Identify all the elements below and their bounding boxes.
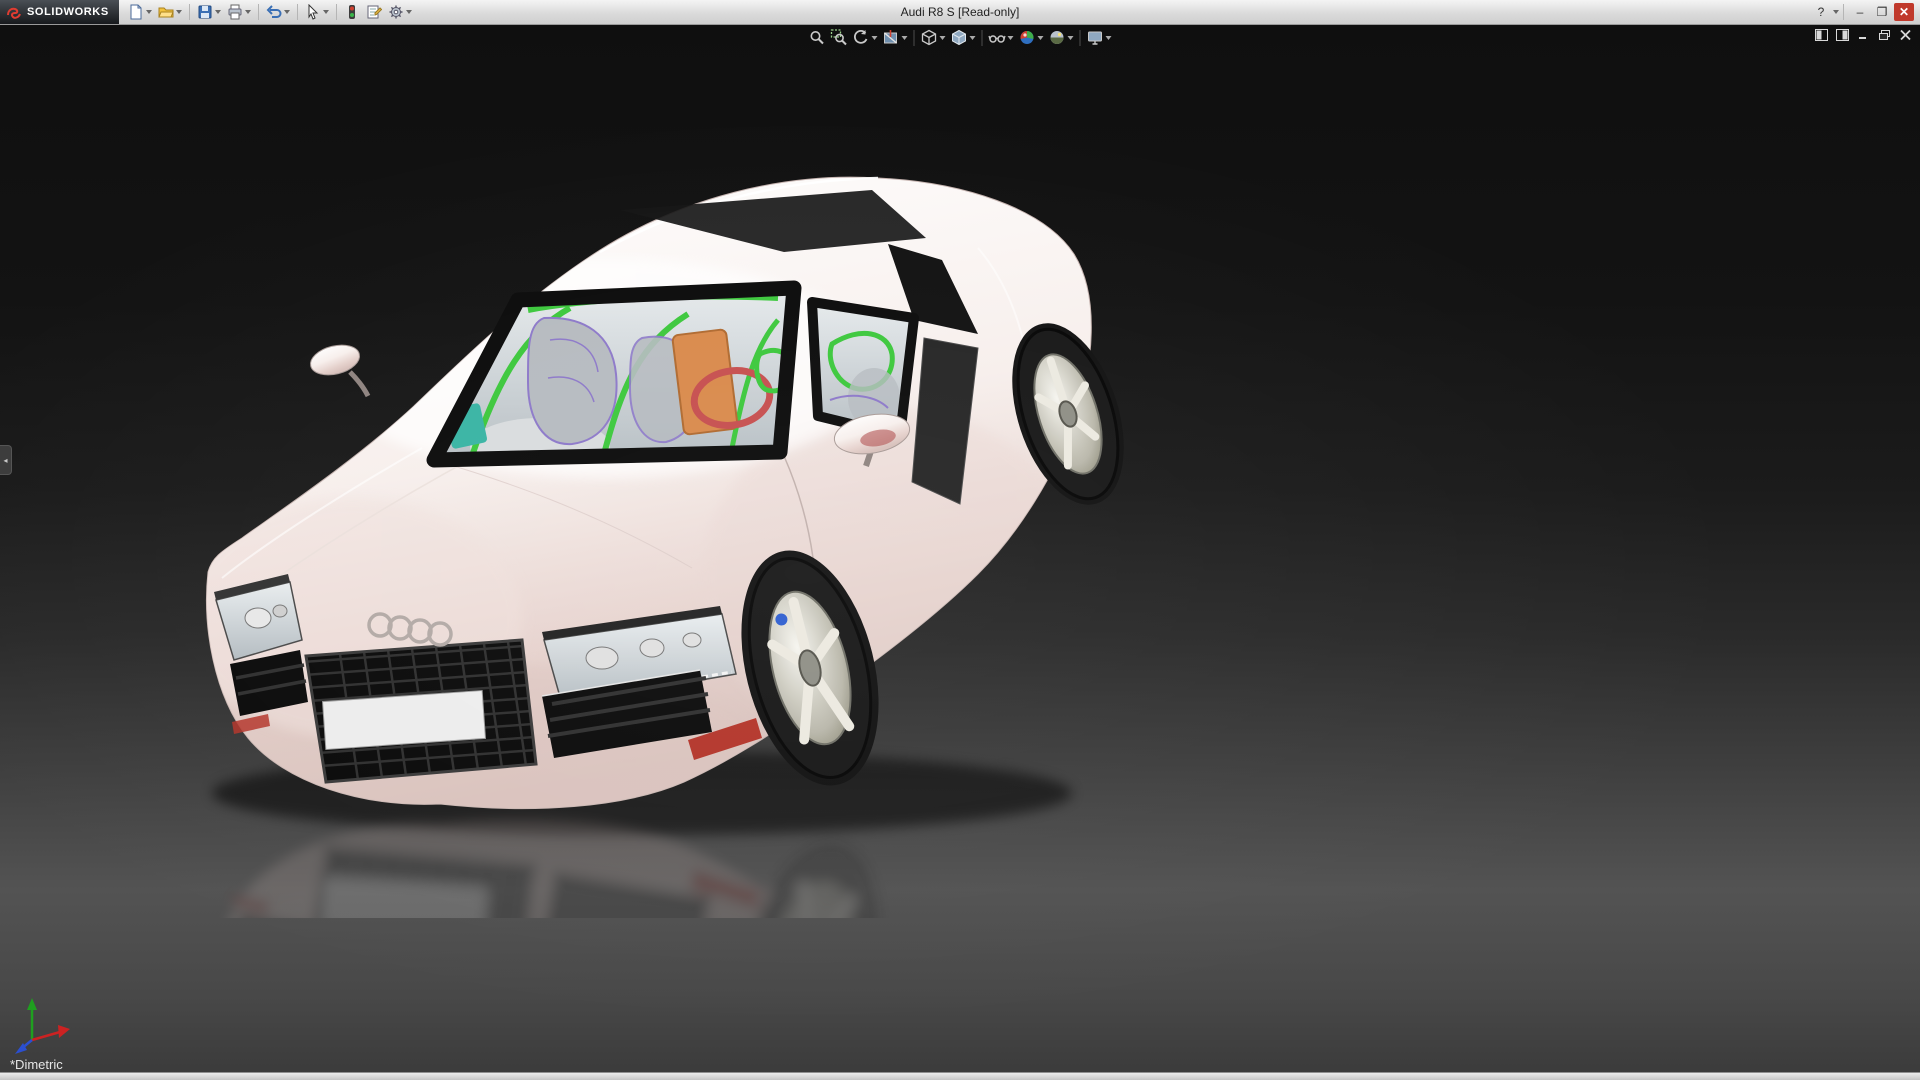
doc-minimize-icon[interactable]: [1854, 27, 1872, 43]
title-bar: SOLIDWORKS Audi R8 S [Read-only] ? – ❐ ✕: [0, 0, 1920, 25]
open-button[interactable]: [156, 2, 184, 22]
hud-separator: [1079, 29, 1081, 46]
section-view-button[interactable]: [881, 27, 910, 48]
new-document-icon: [130, 4, 142, 20]
car-geometry: [206, 176, 1124, 810]
toolbar-separator: [188, 4, 190, 20]
minimize-button[interactable]: –: [1850, 3, 1870, 21]
close-button[interactable]: ✕: [1894, 3, 1914, 21]
help-button[interactable]: ?: [1811, 3, 1831, 21]
orientation-triad: [15, 998, 70, 1054]
zoom-to-area-icon: [830, 29, 847, 46]
feature-manager-collapsed-tab[interactable]: ◂: [0, 445, 12, 475]
doc-close-icon[interactable]: [1896, 27, 1914, 43]
save-button[interactable]: [195, 2, 223, 22]
print-icon: [228, 4, 242, 20]
tile-left-icon[interactable]: [1812, 27, 1830, 43]
status-bar: [0, 1072, 1920, 1080]
options-button[interactable]: [386, 2, 414, 22]
section-view-icon: [884, 30, 897, 44]
zoom-to-fit-icon: [810, 31, 824, 45]
edit-appearance-ball-icon: [1020, 31, 1034, 44]
hide-show-caret[interactable]: [1007, 35, 1014, 40]
heads-up-view-toolbar: [807, 27, 1114, 48]
hide-show-glasses-icon: [988, 35, 1006, 43]
options-dropdown-caret[interactable]: [405, 10, 412, 14]
y-axis-arrow: [27, 998, 37, 1040]
view-orientation-button[interactable]: [919, 27, 948, 48]
rebuild-traffic-icon: [348, 5, 355, 19]
toolbar-separator: [257, 4, 259, 20]
new-button[interactable]: [126, 2, 154, 22]
undo-arrow-icon: [266, 5, 282, 18]
z-axis-arrow: [15, 1039, 33, 1054]
select-cursor-icon: [308, 4, 318, 20]
previous-view-button[interactable]: [851, 27, 880, 48]
window-controls: ? – ❐ ✕: [1809, 3, 1920, 21]
standard-toolbar: [125, 2, 415, 22]
open-dropdown-caret[interactable]: [175, 10, 182, 14]
select-dropdown-caret[interactable]: [322, 10, 329, 14]
toolbar-separator: [335, 4, 337, 20]
undo-button[interactable]: [264, 2, 292, 22]
previous-view-caret[interactable]: [871, 35, 878, 40]
x-axis-arrow: [31, 1025, 70, 1042]
file-properties-button[interactable]: [364, 2, 384, 22]
print-dropdown-caret[interactable]: [244, 10, 251, 14]
doc-restore-icon[interactable]: [1875, 27, 1893, 43]
car-body: [206, 176, 1092, 810]
save-floppy-icon: [198, 5, 212, 19]
view-orientation-label: *Dimetric: [10, 1057, 63, 1072]
hide-show-items-button[interactable]: [987, 27, 1016, 48]
edit-appearance-button[interactable]: [1017, 27, 1046, 48]
display-style-button[interactable]: [949, 27, 978, 48]
car-3d-model[interactable]: [172, 148, 1152, 918]
apply-scene-icon: [1050, 31, 1064, 44]
windshield: [426, 280, 802, 468]
previous-view-icon: [854, 29, 868, 44]
display-style-caret[interactable]: [969, 35, 976, 40]
view-orientation-caret[interactable]: [939, 35, 946, 40]
options-gear-icon: [389, 5, 403, 19]
new-dropdown-caret[interactable]: [145, 10, 152, 14]
view-orientation-cube-icon: [921, 29, 937, 46]
hud-separator: [913, 29, 915, 46]
apply-scene-caret[interactable]: [1067, 35, 1074, 40]
zoom-to-fit-button[interactable]: [807, 27, 828, 48]
solidworks-logo[interactable]: SOLIDWORKS: [0, 0, 119, 24]
tile-right-icon[interactable]: [1833, 27, 1851, 43]
open-folder-icon: [158, 7, 174, 18]
view-settings-caret[interactable]: [1105, 35, 1112, 40]
document-window-controls: [1812, 27, 1914, 43]
file-properties-icon: [367, 5, 382, 19]
graphics-viewport[interactable]: ◂ *Dimetric: [0, 24, 1920, 1080]
view-settings-icon: [1088, 31, 1102, 45]
select-button[interactable]: [303, 2, 331, 22]
zoom-to-area-button[interactable]: [829, 27, 850, 48]
hud-separator: [981, 29, 983, 46]
solidworks-logo-icon: [7, 7, 21, 19]
print-button[interactable]: [225, 2, 253, 22]
view-settings-button[interactable]: [1085, 27, 1114, 48]
left-mirror: [310, 344, 371, 398]
section-view-caret[interactable]: [901, 35, 908, 40]
toolbar-separator: [1843, 4, 1844, 20]
brand-text: SOLIDWORKS: [27, 6, 109, 18]
display-style-icon: [952, 29, 966, 46]
help-dropdown-caret[interactable]: [1833, 10, 1839, 14]
undo-dropdown-caret[interactable]: [283, 10, 290, 14]
rebuild-button[interactable]: [342, 2, 362, 22]
edit-appearance-caret[interactable]: [1037, 35, 1044, 40]
apply-scene-button[interactable]: [1047, 27, 1076, 48]
toolbar-separator: [296, 4, 298, 20]
restore-button[interactable]: ❐: [1872, 3, 1892, 21]
save-dropdown-caret[interactable]: [214, 10, 221, 14]
